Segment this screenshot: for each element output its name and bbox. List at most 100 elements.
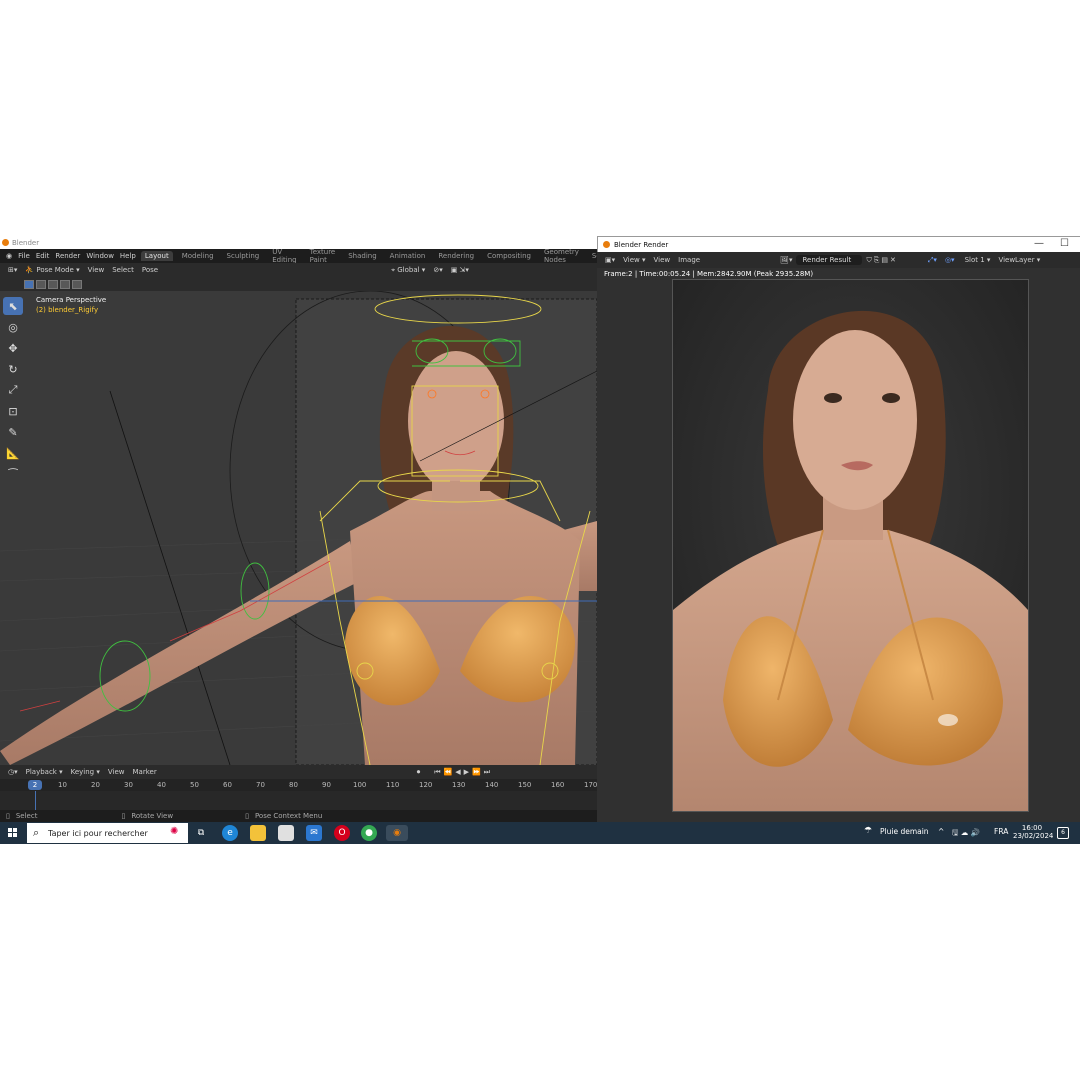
select-mode-invert-icon[interactable]: [60, 279, 70, 289]
language-indicator[interactable]: FRA: [994, 827, 1008, 836]
mouse-middle-icon: ▯: [121, 812, 126, 820]
tick: 50: [190, 781, 199, 789]
layer-label: ViewLayer: [998, 256, 1035, 264]
snap-icon[interactable]: ▣ ⇲▾: [451, 266, 469, 274]
tab-sculpting[interactable]: Sculpting: [223, 251, 264, 261]
pivot-icon[interactable]: ⊘▾: [433, 266, 442, 274]
menu-help[interactable]: Help: [120, 252, 136, 260]
tab-modeling[interactable]: Modeling: [178, 251, 218, 261]
microsoft-store-icon[interactable]: [278, 825, 294, 841]
menu-edit[interactable]: Edit: [36, 252, 50, 260]
view-mode-select[interactable]: View ▾: [623, 256, 645, 264]
image-actions[interactable]: ⛉⎘▤✕: [866, 256, 897, 265]
timeline-ruler[interactable]: 2 10 20 30 40 50 60 70 80 90 100 110 120…: [0, 779, 597, 791]
opera-browser-icon[interactable]: O: [334, 825, 350, 841]
measure-tool-icon[interactable]: 📐: [3, 444, 23, 462]
tick: 60: [223, 781, 232, 789]
playback-controls[interactable]: ⏮⏪◀▶⏩⏭: [434, 768, 493, 777]
move-tool-icon[interactable]: ✥: [3, 339, 23, 357]
tick: 110: [386, 781, 400, 789]
taskbar-search-box[interactable]: ⌕ Taper ici pour rechercher ✺: [27, 823, 188, 843]
edge-browser-icon[interactable]: e: [222, 825, 238, 841]
task-view-icon[interactable]: ⧉: [193, 825, 209, 841]
gizmo-toggle-icon[interactable]: ⤢▾: [928, 256, 937, 265]
timeline-body[interactable]: [0, 791, 597, 810]
minimize-button[interactable]: —: [1034, 238, 1044, 249]
tab-animation[interactable]: Animation: [386, 251, 430, 261]
render-info-text: Frame:2 | Time:00:05.24 | Mem:2842.90M (…: [604, 270, 814, 278]
scale-tool-icon[interactable]: ⤢: [3, 381, 23, 399]
select-mode-subtract-icon[interactable]: [48, 279, 58, 289]
file-explorer-icon[interactable]: [250, 825, 266, 841]
notifications-icon[interactable]: 6: [1057, 827, 1069, 839]
image-name-field[interactable]: Render Result: [796, 255, 863, 265]
tick: 170: [584, 781, 598, 789]
menu-pose[interactable]: Pose: [142, 266, 158, 274]
select-mode-extend-icon[interactable]: [36, 279, 46, 289]
annotate-tool-icon[interactable]: ✎: [3, 423, 23, 441]
overlay-toggle-icon[interactable]: ◎▾: [945, 256, 955, 264]
tick: 120: [419, 781, 433, 789]
image-editor-header: ▣▾ View ▾ View Image 🖼▾ Render Result ⛉⎘…: [597, 252, 1080, 268]
record-button[interactable]: ⏺: [417, 768, 421, 777]
blender-logo-icon: [603, 241, 610, 248]
tab-compositing[interactable]: Compositing: [483, 251, 535, 261]
menu-select[interactable]: Select: [112, 266, 134, 274]
timeline-menu-view[interactable]: View: [108, 768, 125, 776]
status-context: Pose Context Menu: [254, 812, 323, 820]
tab-layout[interactable]: Layout: [140, 251, 173, 261]
chrome-browser-icon[interactable]: ●: [361, 825, 377, 841]
tab-rendering[interactable]: Rendering: [434, 251, 478, 261]
menu-image[interactable]: Image: [678, 256, 700, 264]
weather-icon[interactable]: ☂: [864, 826, 872, 836]
timeline-menu-marker[interactable]: Marker: [133, 768, 157, 776]
relax-tool-icon[interactable]: ⁀: [3, 465, 23, 483]
menu-file[interactable]: File: [18, 252, 30, 260]
menu-view[interactable]: View: [654, 256, 671, 264]
timeline-menu-keying[interactable]: Keying ▾: [71, 768, 100, 776]
transform-orientation-select[interactable]: ⌖ Global ▾: [391, 266, 425, 275]
mail-icon[interactable]: ✉: [306, 825, 322, 841]
timeline-menu-playback[interactable]: Playback ▾: [26, 768, 63, 776]
cursor-tool-icon[interactable]: ◎: [3, 318, 23, 336]
tray-expand-icon[interactable]: ^: [938, 827, 944, 836]
search-placeholder: Taper ici pour rechercher: [48, 829, 148, 838]
slot-select[interactable]: Slot 1 ▾: [965, 256, 991, 264]
timeline-current-frame[interactable]: 2: [28, 780, 42, 790]
playback-label: Playback: [25, 768, 57, 776]
render-result-image[interactable]: [672, 279, 1029, 812]
editor-type-icon[interactable]: ⊞▾: [8, 266, 17, 274]
select-box-tool-icon[interactable]: ⬉: [3, 297, 23, 315]
tab-shading[interactable]: Shading: [344, 251, 380, 261]
windows-start-icon[interactable]: [8, 828, 18, 838]
mode-label: Pose Mode: [36, 266, 74, 274]
timeline-editor-icon[interactable]: ◷▾: [8, 768, 18, 776]
weather-text[interactable]: Pluie demain: [880, 827, 929, 836]
tick: 30: [124, 781, 133, 789]
image-browse-icon[interactable]: 🖼▾: [780, 256, 792, 264]
select-mode-new-icon[interactable]: [24, 279, 34, 289]
tick: 150: [518, 781, 532, 789]
select-mode-intersect-icon[interactable]: [72, 279, 82, 289]
rotate-tool-icon[interactable]: ↻: [3, 360, 23, 378]
tick: 160: [551, 781, 565, 789]
tray-system-icons[interactable]: 🖫 ☁ 🔊: [952, 827, 980, 840]
3d-viewport[interactable]: ⬉ ◎ ✥ ↻ ⤢ ⊡ ✎ 📐 ⁀ Camera Perspective (2)…: [0, 291, 597, 765]
clock[interactable]: 16:00 23/02/2024: [1013, 824, 1054, 840]
menu-view[interactable]: View: [88, 266, 105, 274]
notification-count: 6: [1061, 829, 1065, 836]
viewport-object-label: (2) blender_Rigify: [36, 306, 99, 314]
clock-date: 23/02/2024: [1013, 832, 1054, 840]
blender-taskbar-icon[interactable]: ◉: [386, 825, 408, 841]
menu-window[interactable]: Window: [86, 252, 114, 260]
menu-render[interactable]: Render: [55, 252, 80, 260]
status-select: Select: [15, 812, 38, 820]
transform-tool-icon[interactable]: ⊡: [3, 402, 23, 420]
render-title-bar: Blender Render — ☐: [597, 236, 1080, 252]
maximize-button[interactable]: ☐: [1060, 238, 1069, 249]
blender-menu-icon[interactable]: ◉: [6, 252, 12, 260]
rendered-character: [673, 280, 1028, 811]
layer-select[interactable]: ViewLayer ▾: [998, 256, 1040, 264]
mode-select[interactable]: ⛹ Pose Mode ▾: [25, 266, 79, 274]
editor-type-icon[interactable]: ▣▾: [605, 256, 615, 264]
